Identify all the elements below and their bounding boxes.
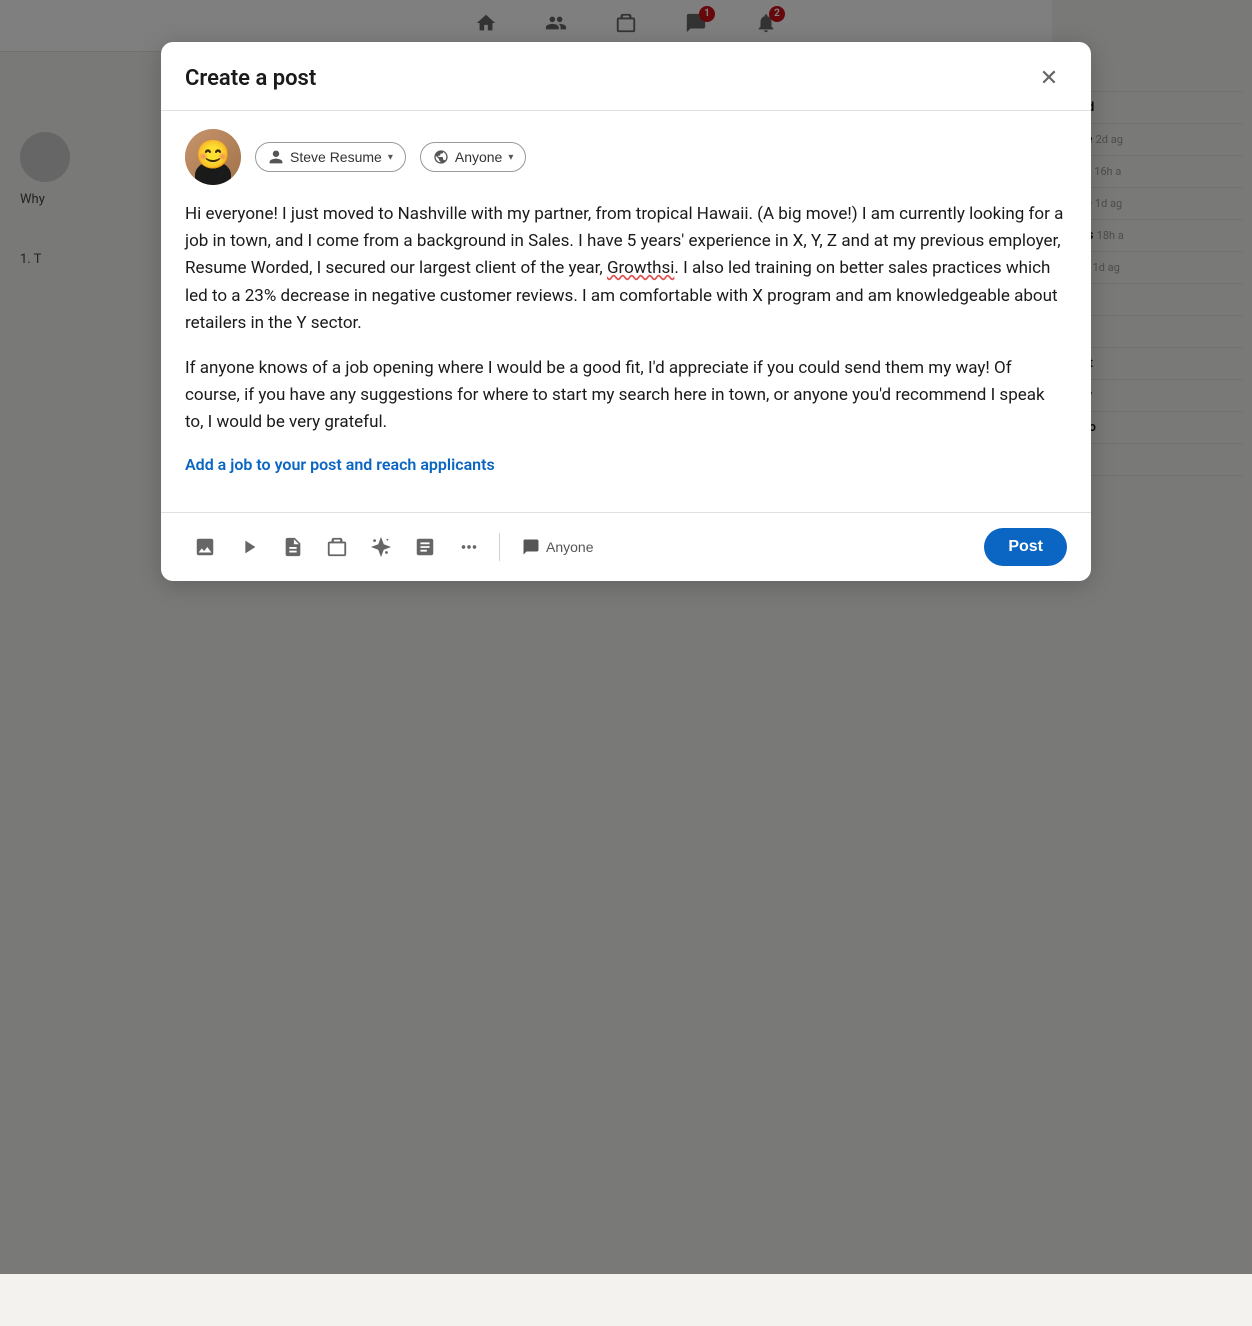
modal-title: Create a post (185, 66, 316, 91)
create-post-modal: Create a post ✕ Steve Resume ▾ Anyone ▾ (161, 42, 1091, 581)
document-toolbar-button[interactable] (273, 527, 313, 567)
close-icon: ✕ (1040, 65, 1058, 91)
audience-footer-label: Anyone (546, 539, 593, 555)
modal-header: Create a post ✕ (161, 42, 1091, 111)
celebrate-toolbar-button[interactable] (361, 527, 401, 567)
post-paragraph-2: If anyone knows of a job opening where I… (185, 355, 1067, 437)
document-icon (282, 536, 304, 558)
misspelled-word: Growthsi (607, 258, 674, 278)
post-paragraph-1: Hi everyone! I just moved to Nashville w… (185, 201, 1067, 337)
globe-icon (433, 149, 449, 165)
audience-footer-dropdown[interactable]: Anyone (510, 532, 605, 562)
video-toolbar-button[interactable] (229, 527, 269, 567)
post-button[interactable]: Post (984, 528, 1067, 566)
poll-icon (414, 536, 436, 558)
photo-toolbar-button[interactable] (185, 527, 225, 567)
audience-comment-icon (522, 538, 540, 556)
close-button[interactable]: ✕ (1031, 60, 1067, 96)
toolbar-divider (499, 533, 500, 561)
briefcase-icon (326, 536, 348, 558)
avatar-face (185, 129, 241, 185)
audience-dropdown-chevron: ▾ (508, 152, 513, 163)
user-row: Steve Resume ▾ Anyone ▾ (185, 129, 1067, 185)
photo-icon (194, 536, 216, 558)
author-dropdown[interactable]: Steve Resume ▾ (255, 142, 406, 172)
job-toolbar-button[interactable] (317, 527, 357, 567)
audience-label-header: Anyone (455, 149, 502, 165)
more-toolbar-button[interactable] (449, 527, 489, 567)
celebrate-icon (370, 536, 392, 558)
audience-dropdown-header[interactable]: Anyone ▾ (420, 142, 527, 172)
add-job-link[interactable]: Add a job to your post and reach applica… (185, 455, 1067, 474)
post-content-area[interactable]: Hi everyone! I just moved to Nashville w… (185, 201, 1067, 437)
poll-toolbar-button[interactable] (405, 527, 445, 567)
person-icon (268, 149, 284, 165)
author-name: Steve Resume (290, 149, 382, 165)
modal-footer: Anyone Post (161, 512, 1091, 581)
modal-body: Steve Resume ▾ Anyone ▾ Hi everyone! I j… (161, 111, 1091, 512)
video-icon (238, 536, 260, 558)
user-avatar (185, 129, 241, 185)
author-dropdown-chevron: ▾ (388, 152, 393, 163)
more-icon (458, 536, 480, 558)
